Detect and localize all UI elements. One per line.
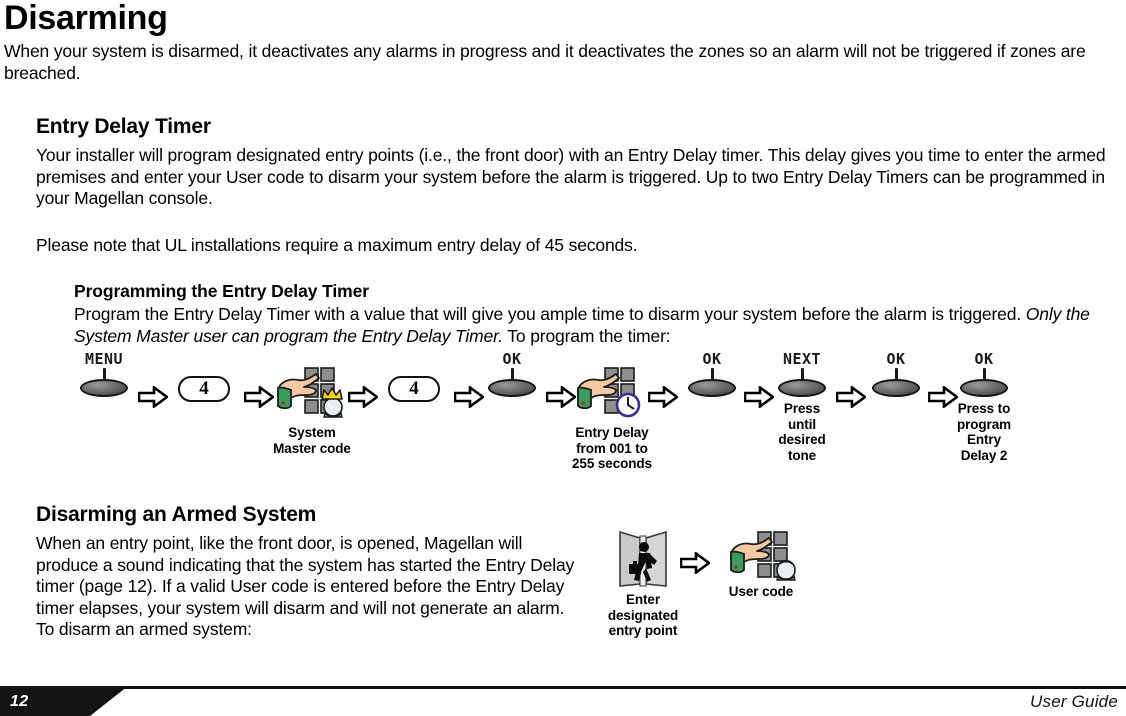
arrow-right-13 (743, 384, 776, 413)
button-oval[interactable] (960, 379, 1008, 397)
step-caption: System Master code (273, 425, 351, 456)
button-cap-label: OK (974, 350, 994, 368)
programming-paragraph: Program the Entry Delay Timer with a val… (74, 304, 1120, 347)
console-button-ok-16[interactable]: OK (865, 352, 927, 397)
step-caption: Press until desired tone (778, 401, 826, 463)
keypad-entry-graphic[interactable] (576, 366, 648, 423)
keypad-hand-crown[interactable]: System Master code (266, 366, 358, 456)
entry-delay-paragraph: Your installer will program designated e… (36, 145, 1106, 208)
console-button-ok-18[interactable]: OK Press to program Entry Delay 2 (953, 352, 1015, 463)
arrow-right-icon (347, 384, 380, 410)
arrow-right-5 (347, 384, 380, 413)
clock-icon (615, 392, 641, 418)
button-oval[interactable] (778, 379, 826, 397)
step-caption: Entry Delay from 001 to 255 seconds (572, 425, 652, 471)
button-oval[interactable] (80, 379, 128, 397)
step-enter-entry-point: Enter designated entry point (606, 528, 680, 639)
door-icon (619, 530, 667, 587)
keypad-entry-graphic[interactable] (276, 366, 348, 423)
programming-subheading: Programming the Entry Delay Timer (74, 281, 369, 301)
step-user-code: User code (718, 530, 804, 600)
disarm-arrow-1 (679, 550, 712, 579)
arrow-right-7 (453, 384, 486, 413)
console-button-ok-12[interactable]: OK (681, 352, 743, 397)
button-cap-label: OK (886, 350, 906, 368)
console-button-ok-8[interactable]: OK (481, 352, 543, 397)
arrow-right-icon (453, 384, 486, 410)
console-button-menu-0[interactable]: MENU (73, 352, 135, 397)
button-cap-label: OK (702, 350, 722, 368)
page-title: Disarming (4, 0, 168, 37)
arrow-right-15 (835, 384, 868, 413)
entry-delay-heading: Entry Delay Timer (36, 115, 211, 138)
keypad-hand-user (729, 530, 796, 581)
keypad-hand-clock[interactable]: Entry Delay from 001 to 255 seconds (566, 366, 658, 472)
intro-paragraph: When your system is disarmed, it deactiv… (4, 41, 1086, 83)
disarming-heading: Disarming an Armed System (36, 503, 317, 526)
footer-guide-label: User Guide (1030, 692, 1118, 711)
arrow-right-icon (743, 384, 776, 410)
footer-rule (0, 686, 1126, 689)
page-number: 12 (10, 693, 29, 710)
button-oval[interactable] (688, 379, 736, 397)
document-page: Disarming When your system is disarmed, … (0, 0, 1126, 716)
door-caption: Enter designated entry point (607, 592, 679, 638)
head-icon (776, 559, 796, 581)
key-label[interactable]: 4 (388, 376, 440, 402)
button-cap-label: NEXT (782, 350, 822, 368)
button-oval[interactable] (872, 379, 920, 397)
programming-paragraph-part1: Program the Entry Delay Timer with a val… (74, 304, 1022, 324)
programming-flow-diagram: MENU 4 System Master code 4 OK Entry Delay fr… (60, 352, 1020, 477)
arrow-right-11 (647, 384, 680, 413)
numeric-key-4-2[interactable]: 4 (178, 376, 230, 402)
button-cap-label: OK (502, 350, 522, 368)
arrow-right-icon (679, 550, 712, 576)
arrow-right-icon (835, 384, 868, 410)
key-label[interactable]: 4 (178, 376, 230, 402)
arrow-right-icon (647, 384, 680, 410)
console-button-next-14[interactable]: NEXT Press until desired tone (771, 352, 833, 463)
button-cap-label: MENU (84, 350, 124, 368)
button-oval[interactable] (488, 379, 536, 397)
numeric-key-4-6[interactable]: 4 (388, 376, 440, 402)
disarming-paragraph: When an entry point, like the front door… (36, 533, 575, 639)
arrow-right-1 (137, 384, 170, 413)
crown-head-icon (321, 387, 343, 418)
user-code-caption: User code (728, 584, 794, 599)
ul-note-paragraph: Please note that UL installations requir… (36, 235, 638, 255)
step-caption: Press to program Entry Delay 2 (956, 401, 1012, 463)
programming-paragraph-part2: To program the timer: (507, 325, 671, 346)
arrow-right-icon (137, 384, 170, 410)
